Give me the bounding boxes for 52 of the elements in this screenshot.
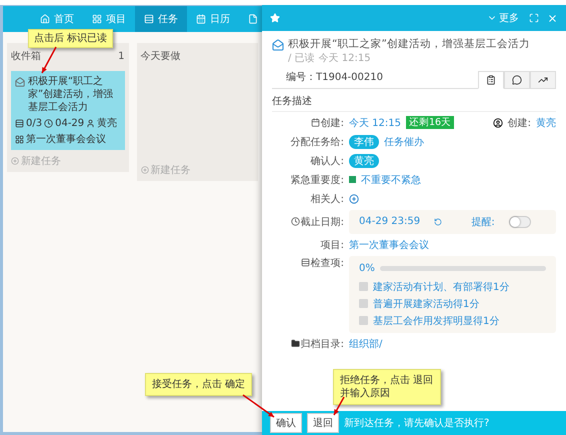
read-time: 今天 12:15 [318,52,371,66]
confirmer-chip[interactable]: 黄亮 [349,154,379,168]
field-label: 创建: [508,116,531,130]
assignee-chip[interactable]: 李伟 [349,134,379,149]
callout-note: 接受任务，点击 确定 [145,373,252,396]
task-number: 编号：T1904-00210 [286,70,383,85]
new-task-button[interactable]: 新建任务 [11,154,124,168]
remaining-badge: 还剩16天 [406,116,454,130]
column-title: 收件箱 [11,50,41,63]
due-date: 04-29 [55,118,84,128]
archive-link[interactable]: 组织部/ [349,336,382,351]
nav-tab[interactable]: 首页 [31,6,83,32]
checklist-item[interactable]: 基层工会作用发挥明显得1分 [373,314,500,328]
remind-label: 提醒: [471,216,495,229]
created-time: 今天 12:15 [349,116,401,130]
column-title: 今天要做 [140,50,180,63]
return-button[interactable]: 退回 [307,413,339,433]
field-label: 紧急重要度: [290,174,344,187]
nav-tab[interactable]: 任务 [135,6,187,32]
callout-note: 点击后 标识已读 [28,29,114,48]
project-name: 第一次董事会会议 [26,132,106,146]
field-label: 项目: [320,238,344,252]
project-link[interactable]: 第一次董事会会议 [349,238,429,252]
progress-percent: 0% [359,263,375,274]
read-status: / 已读 [288,52,315,66]
field-label: 创建: [272,116,344,130]
new-task-button[interactable]: 新建任务 [140,163,254,177]
confirm-button[interactable]: 确认 [270,413,302,433]
callout-note: 拒绝任务，点击 退回并输入原因 [333,369,441,405]
card-title: 积极开展“职工之家”创建活动，增强基层工会活力 [28,75,114,114]
assignee-name: 黄亮 [97,116,118,130]
field-label: 截止日期: [272,214,344,229]
nav-tab[interactable]: 项目 [83,6,135,32]
task-card[interactable]: 积极开展“职工之家”创建活动，增强基层工会活力 0/3 04-29 黄亮 第一次董事会会议 [11,71,124,150]
field-label: 确认人: [310,154,344,168]
field-label: 归档目录: [272,336,344,351]
deadline-value[interactable]: 04-29 23:59 [359,216,420,228]
field-label: 分配任务给: [290,136,344,149]
creator-name: 黄亮 [536,116,556,130]
more-button[interactable]: 更多 [485,11,521,25]
checklist-item[interactable]: 普遍开展建家活动得1分 [373,296,480,311]
task-title: 积极开展“职工之家”创建活动，增强基层工会活力 [288,37,530,52]
footer-message: 新到达任务，请先确认是否执行? [344,416,490,430]
urge-link[interactable]: 任务催办 [384,134,424,149]
field-label: 相关人: [310,192,344,206]
nav-tab[interactable]: 日历 [187,6,239,32]
field-label: 检查项: [272,256,344,270]
section-title: 任务描述 [272,92,556,112]
checklist-count: 0/3 [26,118,42,128]
column-count: 1 [118,50,124,62]
priority-value[interactable]: 不重要不紧急 [361,172,421,187]
checklist-item[interactable]: 建家活动有计划、有部署得1分 [373,280,510,294]
